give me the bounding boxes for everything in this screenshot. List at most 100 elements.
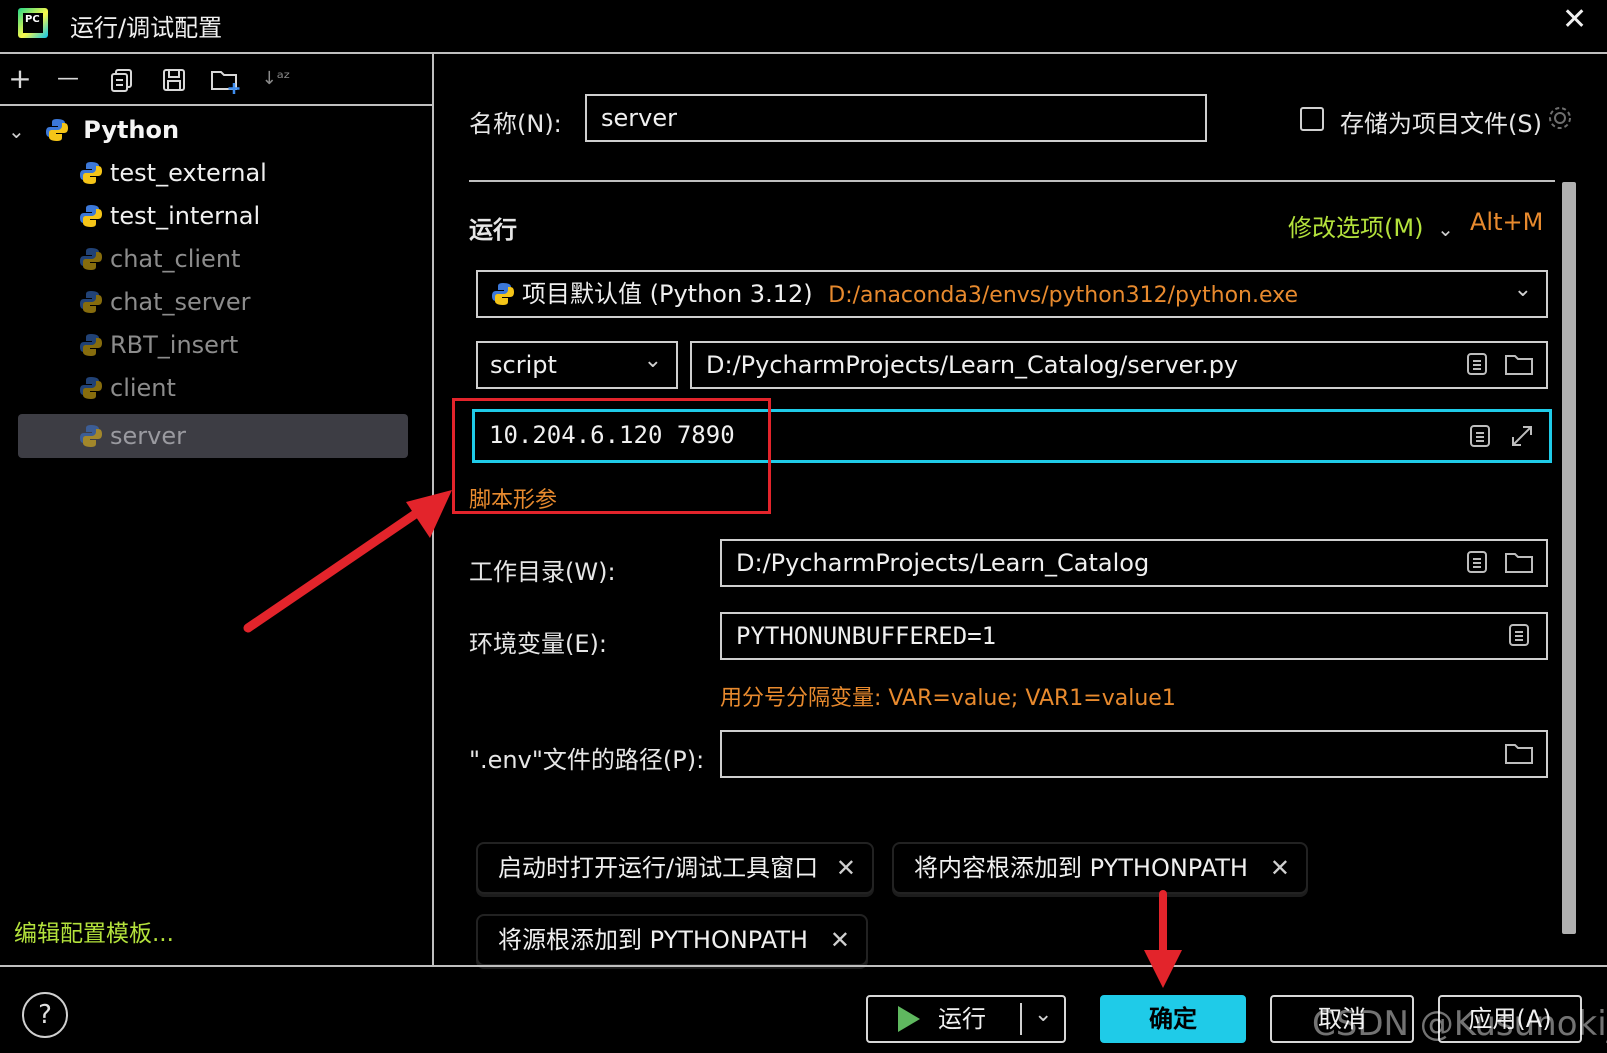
tree-item-client[interactable]: client: [78, 368, 176, 408]
run-split-divider: [1020, 1003, 1022, 1035]
env-field[interactable]: [720, 612, 1548, 660]
close-icon[interactable]: ✕: [836, 844, 856, 892]
python-icon: [492, 283, 514, 305]
dotenv-label: ".env"文件的路径(P):: [469, 746, 705, 774]
modify-options-label: 修改选项(M): [1288, 214, 1424, 242]
python-icon: [45, 119, 68, 141]
env-label: 环境变量(E):: [469, 630, 607, 658]
edit-text-icon[interactable]: [1506, 622, 1532, 648]
chip-add-content-roots[interactable]: 将内容根添加到 PYTHONPATH ✕: [892, 842, 1308, 894]
tree-item-label: chat_server: [110, 288, 251, 316]
tree-item-rbt-insert[interactable]: RBT_insert: [78, 325, 238, 365]
tree-item-label: test_external: [110, 159, 267, 187]
close-icon[interactable]: ✕: [1562, 2, 1587, 37]
remove-configuration-button[interactable]: —: [50, 62, 86, 98]
python-icon: [80, 334, 102, 356]
modify-options-shortcut: Alt+M: [1470, 208, 1544, 236]
footer-divider: [0, 965, 1607, 967]
script-type-select[interactable]: script ⌄: [476, 341, 678, 389]
edit-text-icon[interactable]: [1464, 549, 1490, 575]
tree-item-label: chat_client: [110, 245, 241, 273]
modify-options-link[interactable]: 修改选项(M) ⌄: [1288, 208, 1454, 243]
save-configuration-icon[interactable]: [156, 62, 192, 98]
chip-label: 将源根添加到 PYTHONPATH: [498, 926, 808, 954]
interpreter-name: 项目默认值 (Python 3.12): [522, 280, 813, 308]
interpreter-path: D:/anaconda3/envs/python312/python.exe: [828, 283, 1298, 308]
annotation-highlight-box: [452, 398, 771, 514]
chip-label: 启动时打开运行/调试工具窗口: [498, 854, 819, 882]
edit-templates-link[interactable]: 编辑配置模板...: [14, 914, 174, 948]
tree-toolbar: + — ↓ᵃᶻ: [0, 54, 432, 106]
name-input[interactable]: [599, 103, 1119, 133]
name-label: 名称(N):: [469, 110, 562, 138]
env-input[interactable]: [734, 621, 1429, 651]
copy-configuration-icon[interactable]: [104, 62, 140, 98]
script-path-field[interactable]: [690, 341, 1548, 389]
tree-item-test-internal[interactable]: test_internal: [78, 196, 260, 236]
annotation-arrow-icon: [243, 490, 452, 633]
chevron-down-icon: ⌄: [643, 348, 662, 373]
help-button[interactable]: ?: [22, 992, 68, 1038]
tree-item-test-external[interactable]: test_external: [78, 153, 267, 193]
dotenv-input[interactable]: [734, 739, 1429, 769]
pycharm-logo-icon: PC: [18, 8, 48, 38]
python-icon: [80, 377, 102, 399]
python-icon: [80, 425, 102, 447]
python-icon: [80, 248, 102, 270]
form-scrollbar[interactable]: [1562, 182, 1576, 934]
folder-icon[interactable]: [1504, 549, 1534, 575]
tree-group-label: Python: [83, 116, 180, 144]
sort-icon[interactable]: ↓ᵃᶻ: [258, 62, 294, 98]
chevron-down-icon: ⌄: [1513, 277, 1532, 302]
workdir-label: 工作目录(W):: [469, 558, 616, 586]
expand-icon[interactable]: [1509, 423, 1535, 449]
tree-item-label: server: [110, 422, 186, 450]
title-bar: PC 运行/调试配置 ✕: [0, 0, 1607, 54]
chip-label: 将内容根添加到 PYTHONPATH: [914, 854, 1248, 882]
name-field[interactable]: [585, 94, 1207, 142]
chevron-down-icon: ⌄: [1437, 217, 1454, 241]
run-button-label: 运行: [938, 1005, 986, 1033]
edit-text-icon[interactable]: [1467, 423, 1493, 449]
play-icon: [898, 1006, 920, 1032]
tree-item-label: client: [110, 374, 176, 402]
tree-item-label: RBT_insert: [110, 331, 239, 359]
tree-item-chat-client[interactable]: chat_client: [78, 239, 240, 279]
interpreter-select[interactable]: 项目默认值 (Python 3.12) D:/anaconda3/envs/py…: [476, 270, 1548, 318]
script-type-value: script: [490, 351, 557, 379]
gear-icon[interactable]: [1546, 104, 1574, 136]
tree-group-python[interactable]: ⌄ Python: [8, 110, 179, 150]
store-as-project-label: 存储为项目文件(S): [1340, 110, 1542, 138]
chevron-down-icon[interactable]: ⌄: [1034, 993, 1052, 1037]
python-icon: [80, 162, 102, 184]
env-hint: 用分号分隔变量: VAR=value; VAR1=value1: [720, 686, 1176, 711]
workdir-field[interactable]: [720, 539, 1548, 587]
folder-icon[interactable]: [1504, 740, 1534, 766]
tree-item-server[interactable]: server: [78, 416, 186, 456]
chip-open-run-window[interactable]: 启动时打开运行/调试工具窗口 ✕: [476, 842, 874, 894]
run-section-title: 运行: [469, 216, 517, 244]
chevron-down-icon[interactable]: ⌄: [8, 111, 36, 151]
watermark: CSDN @Kusunoki_D: [1312, 1004, 1607, 1044]
chip-add-source-roots[interactable]: 将源根添加到 PYTHONPATH ✕: [476, 914, 868, 966]
python-icon: [80, 291, 102, 313]
window-title: 运行/调试配置: [70, 14, 223, 42]
folder-icon[interactable]: [1504, 351, 1534, 377]
selected-row-highlight: [18, 414, 408, 458]
ok-button[interactable]: 确定: [1100, 995, 1246, 1043]
store-as-project-checkbox[interactable]: [1300, 107, 1324, 131]
edit-text-icon[interactable]: [1464, 351, 1490, 377]
section-divider: [469, 180, 1555, 182]
close-icon[interactable]: ✕: [830, 916, 850, 964]
close-icon[interactable]: ✕: [1270, 844, 1290, 892]
annotation-arrow-down-icon: [1144, 890, 1182, 988]
python-icon: [80, 205, 102, 227]
dotenv-field[interactable]: [720, 730, 1548, 778]
new-folder-icon[interactable]: [208, 62, 244, 98]
workdir-input[interactable]: [734, 548, 1429, 578]
add-configuration-button[interactable]: +: [2, 62, 38, 98]
run-button[interactable]: 运行 ⌄: [866, 995, 1066, 1043]
tree-item-chat-server[interactable]: chat_server: [78, 282, 251, 322]
script-path-input[interactable]: [704, 350, 1424, 380]
tree-item-label: test_internal: [110, 202, 261, 230]
